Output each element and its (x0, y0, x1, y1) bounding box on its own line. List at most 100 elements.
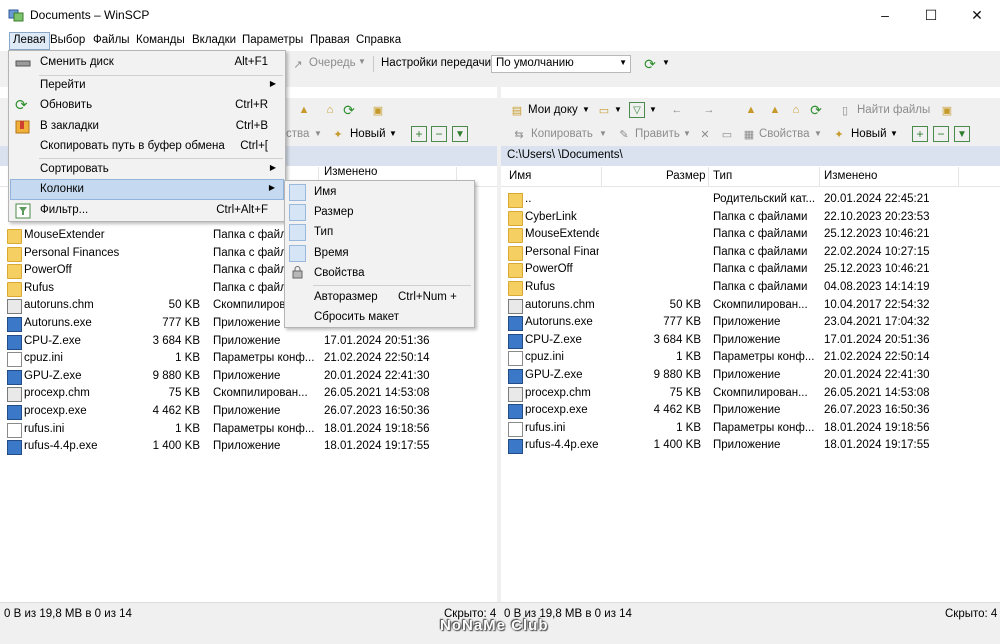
deselect-icon[interactable]: − (431, 126, 447, 142)
file-row[interactable]: PowerOff Папка с файлами 25.12.2023 10:46:… (501, 262, 1000, 280)
menu-options[interactable]: Параметры (238, 32, 307, 50)
sync-dropdown-arrow-icon[interactable]: ▼ (662, 58, 670, 67)
file-row[interactable]: Rufus Папка с файлами 04.08.2023 14:14:19 (501, 280, 1000, 298)
file-row[interactable]: Personal Finances Папка с файлами 22.02.20… (501, 245, 1000, 263)
file-row[interactable]: cpuz.ini 1 KB Параметры конф... 21.02.2024 … (0, 351, 497, 369)
forward-icon[interactable]: → (701, 102, 717, 118)
right-location-button[interactable]: Мои доку (528, 104, 578, 116)
column-separator[interactable] (601, 167, 602, 187)
submenu-item-autosize[interactable]: Авторазмер Ctrl+Num + (286, 287, 473, 307)
invert-selection-icon[interactable]: ▼ (452, 126, 468, 142)
refresh-icon[interactable]: ⟳ (341, 102, 357, 118)
file-row[interactable]: GPU-Z.exe 9 880 KB Приложение 20.01.2024 22… (501, 368, 1000, 386)
right-properties-button[interactable]: Свойства (759, 128, 810, 140)
menu-left[interactable]: Левая (9, 32, 50, 50)
file-row[interactable]: rufus-4.4p.exe 1 400 KB Приложение 18.01.20… (0, 439, 497, 457)
deselect-icon[interactable]: − (933, 126, 949, 142)
file-row[interactable]: procexp.exe 4 462 KB Приложение 26.07.2023 … (501, 403, 1000, 421)
back-icon[interactable]: ← (669, 102, 685, 118)
file-row[interactable]: procexp.exe 4 462 KB Приложение 26.07.2023 … (0, 404, 497, 422)
menu-item-sort[interactable]: Сортировать ▶ (10, 159, 284, 180)
menu-files[interactable]: Файлы (89, 32, 134, 50)
file-type: Папка с файлами (713, 263, 808, 276)
left-column-modified[interactable]: Изменено (324, 166, 377, 178)
file-row[interactable]: autoruns.chm 50 KB Скомпилирован... 10.04.2… (501, 298, 1000, 316)
sync-browsing-icon[interactable]: ⟳ (642, 56, 658, 72)
select-all-icon[interactable]: + (912, 126, 928, 142)
right-column-size[interactable]: Размер (666, 170, 706, 182)
file-row[interactable]: procexp.chm 75 KB Скомпилирован... 26.05.20… (501, 386, 1000, 404)
left-new-button[interactable]: Новый (350, 128, 386, 140)
menu-item-bookmarks[interactable]: В закладки Ctrl+B (10, 116, 284, 137)
file-type: Приложение (713, 333, 781, 346)
file-row[interactable]: CPU-Z.exe 3 684 KB Приложение 17.01.2024 20… (0, 334, 497, 352)
root-folder-icon[interactable]: ▲ (767, 102, 783, 118)
submenu-item-size[interactable]: Размер (286, 202, 473, 222)
edit-button[interactable]: Править (635, 128, 680, 140)
menu-help[interactable]: Справка (352, 32, 405, 50)
file-row[interactable]: MouseExtender Папка с файлами 25.12.2023 1… (501, 227, 1000, 245)
home-icon[interactable]: ⌂ (322, 102, 338, 118)
column-separator[interactable] (708, 167, 709, 187)
menu-right[interactable]: Правая (306, 32, 354, 50)
bookmarks-icon[interactable]: ▣ (939, 102, 955, 118)
file-row[interactable]: CyberLink Папка с файлами 22.10.2023 20:23… (501, 210, 1000, 228)
refresh-icon[interactable]: ⟳ (808, 102, 824, 118)
invert-selection-icon[interactable]: ▼ (954, 126, 970, 142)
file-row[interactable]: rufus-4.4p.exe 1 400 KB Приложение 18.01.20… (501, 438, 1000, 456)
rename-icon[interactable]: ▭ (719, 126, 735, 142)
queue-button[interactable]: Очередь (309, 57, 356, 69)
file-row[interactable]: .. Родительский кат... 20.01.2024 22:45:21 (501, 192, 1000, 210)
queue-dropdown-arrow-icon[interactable]: ▼ (358, 57, 366, 66)
file-row[interactable]: CPU-Z.exe 3 684 KB Приложение 17.01.2024 20… (501, 333, 1000, 351)
bookmarks-icon[interactable]: ▣ (370, 102, 386, 118)
parent-folder-icon[interactable]: ▲ (296, 102, 312, 118)
right-new-button[interactable]: Новый (851, 128, 887, 140)
column-separator[interactable] (819, 167, 820, 187)
right-column-name[interactable]: Имя (509, 170, 531, 182)
file-row[interactable]: rufus.ini 1 KB Параметры конф... 18.01.2024… (501, 421, 1000, 439)
submenu-item-reset-layout[interactable]: Сбросить макет (286, 307, 473, 327)
file-row[interactable]: procexp.chm 75 KB Скомпилирован... 26.05.20… (0, 386, 497, 404)
maximize-button[interactable]: ☐ (908, 0, 954, 30)
home-icon[interactable]: ⌂ (788, 102, 804, 118)
filter-icon[interactable]: ▽ (629, 102, 645, 118)
right-path-bar[interactable]: C:\Users\ \Documents\ (501, 146, 1000, 166)
right-column-modified[interactable]: Изменено (824, 170, 877, 182)
submenu-item-type[interactable]: Тип (286, 222, 473, 242)
right-column-type[interactable]: Тип (713, 170, 732, 182)
minimize-button[interactable]: – (862, 0, 908, 30)
submenu-item-properties[interactable]: Свойства (286, 263, 473, 283)
parent-folder-icon[interactable]: ▲ (743, 102, 759, 118)
select-all-icon[interactable]: + (411, 126, 427, 142)
copy-button[interactable]: Копировать (531, 128, 593, 140)
menu-item-filter[interactable]: Фильтр... Ctrl+Alt+F (10, 200, 284, 221)
delete-icon[interactable]: ✕ (697, 126, 713, 142)
menu-item-columns[interactable]: Колонки ▶ (10, 179, 284, 200)
menu-tabs[interactable]: Вкладки (188, 32, 240, 50)
menu-select[interactable]: Выбор (46, 32, 89, 50)
find-files-button[interactable]: Найти файлы (857, 104, 930, 116)
file-row[interactable]: cpuz.ini 1 KB Параметры конф... 21.02.2024 … (501, 350, 1000, 368)
winscp-app-icon[interactable] (8, 7, 24, 23)
find-files-icon: ▯ (841, 104, 849, 117)
file-row[interactable]: Autoruns.exe 777 KB Приложение 23.04.2021 1… (501, 315, 1000, 333)
file-row[interactable]: rufus.ini 1 KB Параметры конф... 18.01.2024… (0, 422, 497, 440)
submenu-item-time[interactable]: Время (286, 243, 473, 263)
menu-commands[interactable]: Команды (132, 32, 189, 50)
transfer-settings-select[interactable]: По умолчанию ▼ (491, 55, 631, 73)
column-separator[interactable] (958, 167, 959, 187)
left-properties-button[interactable]: ства (286, 128, 309, 140)
menu-item-change-drive[interactable]: Сменить диск Alt+F1 (10, 52, 284, 73)
file-size: 1 KB (175, 352, 200, 365)
new-folder-icon: ✦ (333, 128, 343, 141)
close-button[interactable]: ✕ (954, 0, 1000, 30)
menu-item-copy-path[interactable]: Скопировать путь в буфер обмена Ctrl+[ (10, 136, 284, 157)
open-folder-icon[interactable]: ▭ (596, 102, 612, 118)
application-icon (7, 405, 22, 420)
menu-item-goto[interactable]: Перейти ▶ (10, 75, 284, 96)
submenu-item-name[interactable]: Имя (286, 182, 473, 202)
file-row[interactable]: GPU-Z.exe 9 880 KB Приложение 20.01.2024 22… (0, 369, 497, 387)
menu-item-refresh[interactable]: ⟳ Обновить Ctrl+R (10, 95, 284, 116)
right-hidden-count[interactable]: Скрыто: 4 (945, 608, 997, 620)
